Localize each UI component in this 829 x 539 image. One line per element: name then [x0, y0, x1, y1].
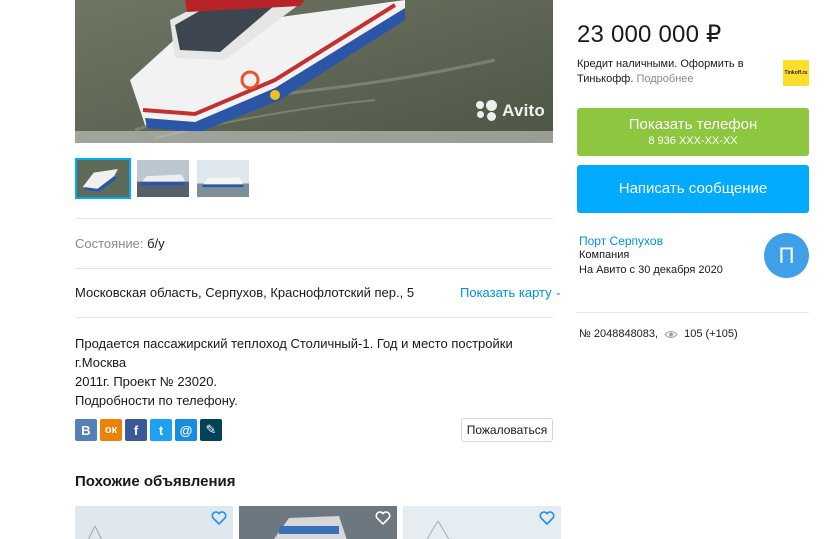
similar-ad-card[interactable] [403, 506, 561, 539]
favorite-heart-icon[interactable] [375, 511, 391, 525]
divider [75, 317, 553, 318]
description-line: Продается пассажирский теплоход Столичны… [75, 336, 513, 370]
show-phone-label: Показать телефон [628, 116, 758, 133]
seller-name-link[interactable]: Порт Серпухов [579, 234, 663, 248]
condition-label: Состояние: [75, 236, 144, 251]
show-phone-button[interactable]: Показать телефон 8 936 XXX-XX-XX [577, 108, 809, 156]
vk-icon[interactable]: В [75, 419, 97, 441]
similar-ads-title: Похожие объявления [75, 473, 236, 490]
avito-watermark: Avito [476, 100, 545, 122]
eye-icon [664, 330, 678, 338]
views-count: 105 (+105) [684, 328, 738, 340]
price: 23 000 000 ₽ [577, 21, 722, 48]
similar-ad-card[interactable] [75, 506, 233, 539]
condition-row: Состояние: б/у [75, 236, 165, 251]
similar-ad-card[interactable] [239, 506, 397, 539]
thumbnail-strip [75, 158, 251, 199]
divider [75, 268, 553, 269]
ad-number: № 2048848083, [579, 328, 659, 340]
show-map-link[interactable]: Показать карту ⌄ [460, 285, 562, 300]
odnoklassniki-icon[interactable]: ок [100, 419, 122, 441]
chevron-down-icon: ⌄ [554, 287, 563, 297]
thumbnail-2[interactable] [135, 158, 191, 199]
seller-since: На Авито с 30 декабря 2020 [579, 264, 723, 276]
complain-button[interactable]: Пожаловаться [461, 418, 553, 442]
share-buttons: В ок f t @ ✎ [75, 419, 222, 441]
write-message-button[interactable]: Написать сообщение [577, 165, 809, 213]
thumbnail-3[interactable] [195, 158, 251, 199]
twitter-icon[interactable]: t [150, 419, 172, 441]
avito-logo-icon [476, 100, 498, 122]
description: Продается пассажирский теплоход Столичны… [75, 334, 553, 410]
divider [75, 218, 553, 219]
description-line: 2011г. Проект № 23020. [75, 374, 218, 389]
show-map-label: Показать карту [460, 285, 552, 300]
ad-stats: № 2048848083, 105 (+105) [579, 328, 738, 340]
livejournal-icon[interactable]: ✎ [200, 419, 222, 441]
avito-watermark-text: Avito [502, 101, 545, 120]
favorite-heart-icon[interactable] [539, 511, 555, 525]
mail-icon[interactable]: @ [175, 419, 197, 441]
address-text: Московская область, Серпухов, Краснофлот… [75, 285, 415, 300]
seller-type: Компания [579, 249, 630, 261]
thumbnail-1[interactable] [75, 158, 131, 199]
favorite-heart-icon[interactable] [211, 511, 227, 525]
avatar[interactable]: П [764, 233, 809, 278]
credit-more-link[interactable]: Подробнее [636, 73, 693, 85]
facebook-icon[interactable]: f [125, 419, 147, 441]
similar-ads-list [75, 506, 561, 539]
masked-phone: 8 936 XXX-XX-XX [648, 135, 738, 147]
condition-value: б/у [147, 236, 165, 251]
credit-offer: Кредит наличными. Оформить в Тинькофф. П… [577, 57, 777, 87]
divider [577, 312, 809, 313]
tinkoff-logo: Tinkoff.ru [783, 60, 809, 86]
description-line: Подробности по телефону. [75, 393, 238, 408]
main-photo[interactable]: Avito [75, 0, 553, 143]
